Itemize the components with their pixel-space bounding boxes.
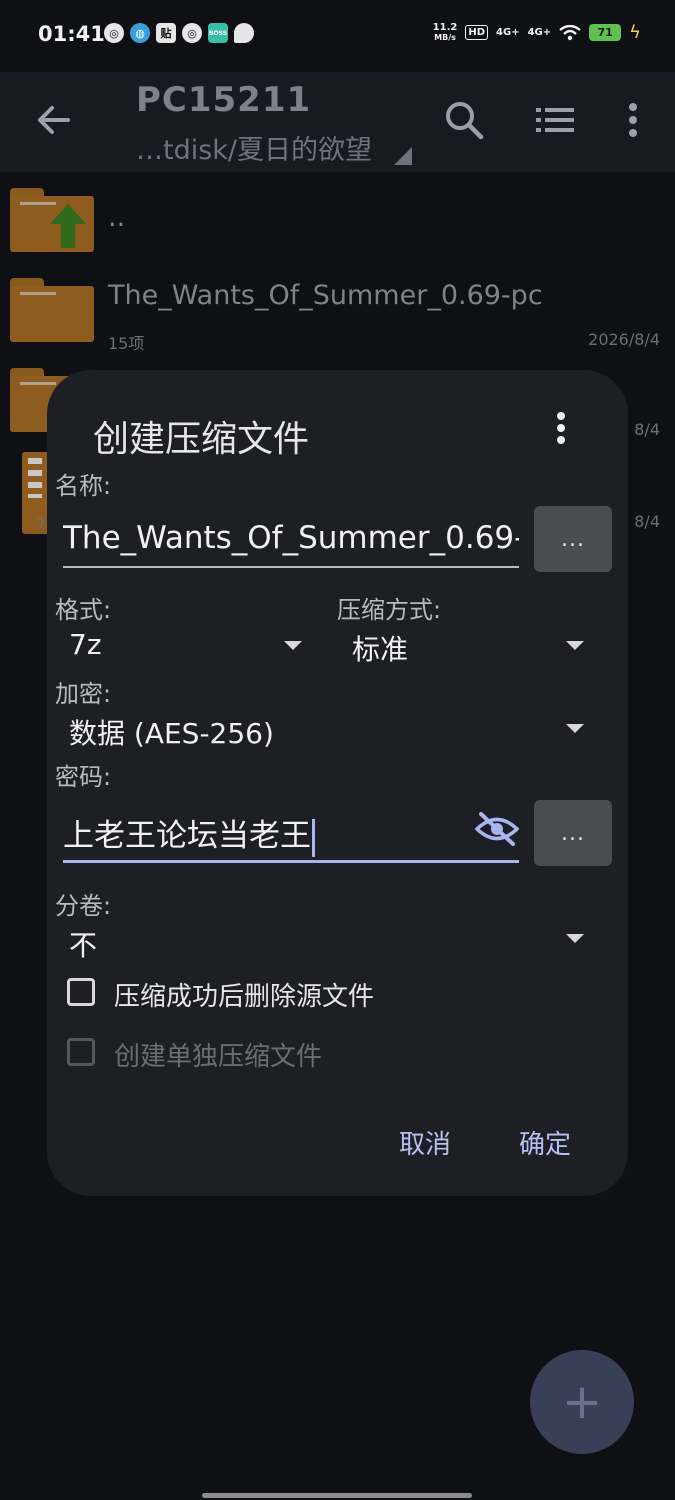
globe-icon: ◍ bbox=[130, 23, 150, 43]
split-value: 不 bbox=[69, 929, 98, 962]
boss-icon: BOSS bbox=[208, 23, 228, 43]
hd-icon: HD bbox=[465, 25, 489, 40]
list-view-icon[interactable] bbox=[532, 100, 578, 140]
dialog-title: 创建压缩文件 bbox=[93, 419, 310, 460]
list-item[interactable]: .. bbox=[0, 180, 675, 266]
file-date: 8/4 bbox=[634, 420, 660, 439]
gesture-nav-bar[interactable] bbox=[202, 1493, 472, 1498]
battery-icon: 71 bbox=[589, 24, 622, 41]
list-item[interactable]: The_Wants_Of_Summer_0.69-pc 15项 2026/8/4 bbox=[0, 266, 675, 353]
page-title: PC15211 bbox=[136, 80, 312, 120]
split-label: 分卷: bbox=[55, 892, 112, 920]
charging-icon: ϟ bbox=[629, 22, 641, 43]
file-item-count: 15项 bbox=[108, 334, 145, 353]
app-bar: PC15211 …tdisk/夏日的欲望 bbox=[0, 72, 675, 172]
file-date: 8/4 bbox=[634, 512, 660, 531]
chevron-down-icon bbox=[566, 934, 584, 943]
more-vert-icon[interactable] bbox=[618, 98, 648, 142]
password-underline bbox=[63, 860, 519, 863]
compression-method-label: 压缩方式: bbox=[337, 596, 442, 624]
search-icon[interactable] bbox=[442, 98, 486, 142]
back-arrow-icon[interactable] bbox=[30, 96, 78, 144]
password-label: 密码: bbox=[55, 763, 112, 791]
status-time: 01:41 bbox=[38, 22, 105, 46]
format-value: 7z bbox=[69, 628, 102, 661]
password-input[interactable]: 上老王论坛当老王 bbox=[63, 810, 473, 857]
file-name: .. bbox=[108, 202, 126, 233]
delete-source-checkbox[interactable] bbox=[67, 978, 95, 1006]
notification-icons: ◎ ◍ 贴 ◎ BOSS bbox=[104, 23, 254, 43]
more-vert-icon[interactable] bbox=[547, 408, 575, 448]
encryption-value: 数据 (AES-256) bbox=[69, 717, 274, 750]
chevron-down-icon bbox=[566, 724, 584, 733]
password-options-button[interactable]: ... bbox=[534, 800, 612, 866]
delete-source-label: 压缩成功后删除源文件 bbox=[114, 982, 375, 1012]
ok-button[interactable]: 确定 bbox=[519, 1124, 571, 1161]
network-speed: 11.2 MB/s bbox=[432, 21, 458, 42]
file-item-count: 7 bbox=[36, 514, 47, 533]
format-label: 格式: bbox=[55, 596, 112, 624]
add-button[interactable]: + bbox=[530, 1350, 634, 1454]
breadcrumb-path[interactable]: …tdisk/夏日的欲望 bbox=[136, 128, 372, 167]
wifi-icon bbox=[559, 24, 581, 40]
folder-up-icon bbox=[10, 188, 94, 252]
folder-icon bbox=[10, 278, 94, 342]
path-dropdown-icon[interactable] bbox=[394, 147, 412, 165]
cancel-button[interactable]: 取消 bbox=[399, 1124, 451, 1161]
eye-off-icon[interactable] bbox=[475, 810, 519, 848]
signal-icon: 4G+ bbox=[496, 27, 520, 38]
separate-archive-label: 创建单独压缩文件 bbox=[114, 1042, 323, 1072]
name-input[interactable]: The_Wants_Of_Summer_0.69-p bbox=[63, 520, 519, 556]
status-bar: 01:41 ◎ ◍ 贴 ◎ BOSS 11.2 MB/s HD 4G+ 4G+ … bbox=[0, 0, 675, 72]
netease-icon: ◎ bbox=[104, 23, 124, 43]
compression-method-value: 标准 bbox=[352, 633, 409, 666]
name-label: 名称: bbox=[55, 472, 112, 500]
signal-icon: 4G+ bbox=[527, 27, 552, 38]
name-browse-button[interactable]: ... bbox=[534, 506, 612, 572]
netease-icon: ◎ bbox=[182, 23, 202, 43]
chat-icon bbox=[234, 23, 254, 43]
name-underline bbox=[63, 566, 519, 568]
tieba-icon: 贴 bbox=[156, 23, 176, 43]
chevron-down-icon bbox=[284, 641, 302, 650]
file-name: The_Wants_Of_Summer_0.69-pc bbox=[108, 280, 543, 311]
create-archive-dialog: 创建压缩文件 名称: The_Wants_Of_Summer_0.69-p ..… bbox=[47, 370, 628, 1196]
encryption-label: 加密: bbox=[55, 680, 112, 708]
file-date: 2026/8/4 bbox=[588, 330, 660, 349]
separate-archive-checkbox[interactable] bbox=[67, 1038, 95, 1066]
text-cursor bbox=[312, 818, 315, 857]
chevron-down-icon bbox=[566, 641, 584, 650]
password-text: 上老王论坛当老王 bbox=[63, 818, 311, 854]
